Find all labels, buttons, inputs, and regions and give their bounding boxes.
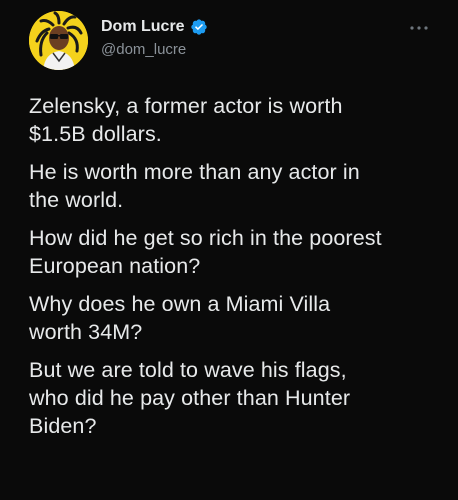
tweet-paragraph: Why does he own a Miami Villa worth 34M?: [29, 292, 331, 344]
more-options-icon[interactable]: [406, 18, 432, 38]
tweet-paragraph: But we are told to wave his flags, who d…: [29, 358, 351, 438]
tweet-paragraph: He is worth more than any actor in the w…: [29, 160, 360, 212]
display-name[interactable]: Dom Lucre: [101, 18, 185, 36]
tweet-card: Dom Lucre @dom_lucre Zelensky, a former …: [0, 0, 458, 500]
user-handle[interactable]: @dom_lucre: [101, 41, 186, 58]
tweet-text: Zelensky, a former actor is worth $1.5B …: [29, 92, 445, 450]
tweet-paragraph: How did he get so rich in the poorest Eu…: [29, 226, 382, 278]
author-name-row[interactable]: Dom Lucre: [101, 17, 208, 37]
cartoon-avatar-icon: [29, 11, 88, 70]
tweet-paragraph: Zelensky, a former actor is worth $1.5B …: [29, 94, 343, 146]
verified-badge-icon: [190, 18, 208, 36]
avatar[interactable]: [29, 11, 88, 70]
